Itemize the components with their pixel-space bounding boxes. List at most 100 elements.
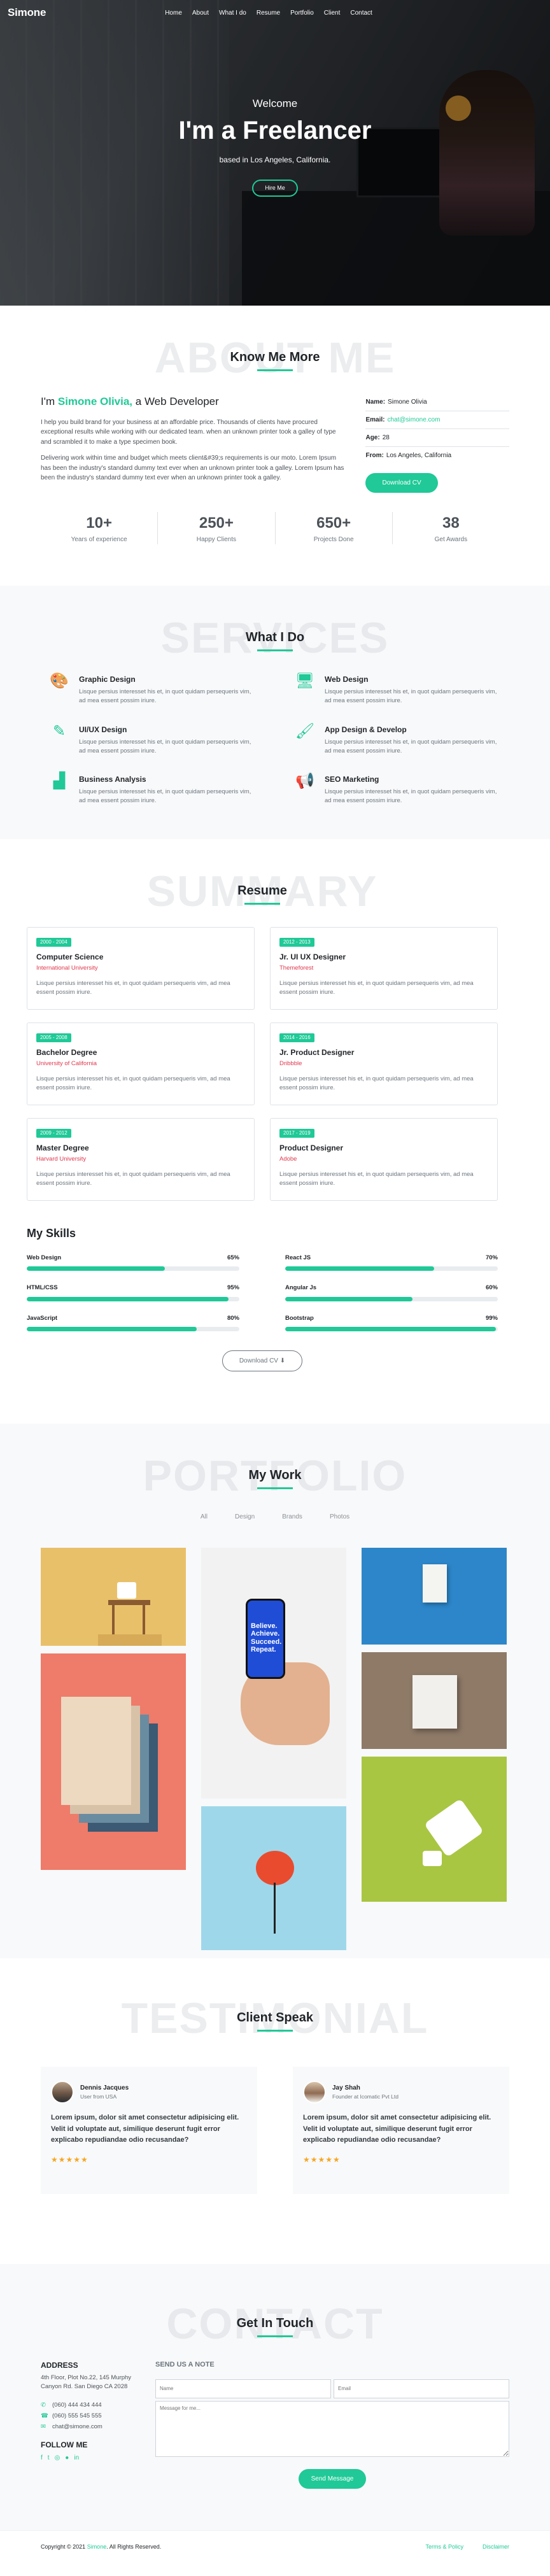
services-section: SERVICES What I Do 🎨 Graphic Design Lisque…: [0, 586, 550, 839]
twitter-icon[interactable]: t: [48, 2453, 50, 2463]
info-from-label: From:: [365, 452, 384, 459]
resume-card: 2012 - 2013 Jr. UI UX Designer Themeforest…: [270, 927, 498, 1010]
stat-projects: 650+ Projects Done: [276, 512, 393, 544]
info-age-label: Age:: [365, 434, 380, 441]
hire-me-button[interactable]: Hire Me: [252, 179, 298, 197]
skill-bar: [285, 1326, 498, 1331]
stat-awards: 38 Get Awards: [393, 512, 509, 544]
nav-portfolio[interactable]: Portfolio: [290, 8, 314, 18]
testimonial-person: Jay Shah Founder at Icomatic Pvt Ltd: [303, 2081, 499, 2104]
resume-grid: 2000 - 2004 Computer Science International…: [27, 927, 498, 1201]
portfolio-item-plant[interactable]: [41, 1547, 186, 1646]
github-icon[interactable]: ●: [65, 2453, 69, 2463]
portfolio-item-books[interactable]: [41, 1653, 186, 1870]
hero-section: Simone Home About What I do Resume Portf…: [0, 0, 550, 306]
about-text: I'm Simone Olivia, a Web Developer I hel…: [41, 393, 346, 493]
resume-desc: Lisque persius interesset his et, in quo…: [279, 1170, 474, 1187]
resume-title-text: Jr. UI UX Designer: [279, 952, 346, 961]
send-message-button[interactable]: Send Message: [298, 2469, 367, 2489]
hero-subtitle: based in Los Angeles, California.: [219, 155, 331, 164]
contact-section: CONTACT Get In Touch ADDRESS 4th Floor, …: [0, 2264, 550, 2530]
hero-content: Welcome I'm a Freelancer based in Los An…: [0, 96, 550, 197]
resume-title-text: Bachelor Degree: [36, 1047, 97, 1057]
avatar: [303, 2081, 326, 2104]
phone-1[interactable]: (060) 444 434 444: [52, 2401, 102, 2410]
filter-design[interactable]: Design: [235, 1513, 255, 1520]
portfolio-item-fish[interactable]: [201, 1806, 346, 1950]
nav-about[interactable]: About: [192, 8, 209, 18]
resume-card: 2000 - 2004 Computer Science International…: [27, 927, 255, 1010]
about-section: ABOUT ME Know Me More I'm Simone Olivia,…: [0, 306, 550, 586]
testimonial-header: TESTIMONIAL Client Speak: [41, 1997, 509, 2041]
resume-download-cv-button[interactable]: Download CV ⬇: [222, 1350, 303, 1371]
resume-desc: Lisque persius interesset his et, in quo…: [36, 1075, 230, 1091]
resume-title: Resume: [27, 881, 498, 905]
dribbble-icon[interactable]: ◎: [55, 2453, 60, 2463]
nav-contact[interactable]: Contact: [350, 8, 372, 18]
portfolio-item-card[interactable]: [362, 1547, 507, 1645]
send-button-wrap: Send Message: [155, 2469, 509, 2489]
skill-item: JavaScript 80%: [27, 1314, 239, 1331]
about-content: I'm Simone Olivia, a Web Developer I hel…: [41, 393, 509, 493]
service-desc: Lisque persius interesset his et, in quo…: [79, 738, 251, 754]
linkedin-icon[interactable]: in: [74, 2453, 79, 2463]
copyright-brand[interactable]: Simone: [87, 2544, 107, 2550]
service-desc: Lisque persius interesset his et, in quo…: [79, 788, 251, 805]
name-input[interactable]: [155, 2379, 331, 2398]
services-header: SERVICES What I Do: [41, 616, 509, 661]
testimonial-person: Dennis Jacques User from USA: [51, 2081, 247, 2104]
filter-photos[interactable]: Photos: [330, 1513, 349, 1520]
desktop-icon: 🖥: [295, 672, 315, 690]
portfolio-title: My Work: [41, 1466, 509, 1489]
download-cv-button[interactable]: Download CV: [365, 473, 438, 493]
service-desc: Lisque persius interesset his et, in quo…: [325, 688, 497, 705]
service-desc: Lisque persius interesset his et, in quo…: [325, 788, 497, 805]
skill-item: Bootstrap 99%: [285, 1314, 498, 1331]
skill-bar: [285, 1296, 498, 1301]
service-title: Graphic Design: [79, 675, 136, 684]
resume-place: Themeforest: [279, 964, 314, 972]
skill-fill: [285, 1266, 434, 1271]
service-item: ✎ UI/UX Design Lisque persius interesset h…: [48, 723, 256, 756]
info-email-value[interactable]: chat@simone.com: [387, 416, 440, 423]
brand-logo[interactable]: Simone: [8, 4, 46, 21]
filter-brands[interactable]: Brands: [282, 1513, 302, 1520]
info-from: From: Los Angeles, California: [365, 447, 509, 464]
resume-section: SUMMARY Resume 2000 - 2004 Computer Scien…: [0, 839, 550, 1424]
skill-name: HTML/CSS: [27, 1284, 58, 1292]
stat-number: 250+: [199, 514, 234, 532]
phone-2[interactable]: (060) 555 545 555: [52, 2412, 102, 2421]
download-icon: ⬇: [279, 1357, 286, 1364]
service-title: SEO Marketing: [325, 775, 379, 784]
address-label: ADDRESS: [41, 2361, 78, 2370]
contact-email[interactable]: chat@simone.com: [52, 2423, 102, 2431]
portfolio-item-phone[interactable]: Believe. Achieve. Succeed. Repeat.: [201, 1547, 346, 1799]
portfolio-item-charger[interactable]: [362, 1756, 507, 1902]
filter-all[interactable]: All: [201, 1513, 208, 1520]
resume-title-text: Product Designer: [279, 1143, 344, 1152]
nav-client[interactable]: Client: [324, 8, 341, 18]
service-title: UI/UX Design: [79, 725, 127, 734]
nav-home[interactable]: Home: [165, 8, 182, 18]
facebook-icon[interactable]: f: [41, 2453, 43, 2463]
nav-what-i-do[interactable]: What I do: [219, 8, 246, 18]
skill-pct: 60%: [485, 1284, 498, 1292]
stats-row: 10+ Years of experience 250+ Happy Clients…: [41, 512, 509, 544]
resume-card: 2014 - 2016 Jr. Product Designer Dribbble L…: [270, 1023, 498, 1105]
star-rating-icon: ★★★★★: [51, 2155, 88, 2164]
about-paragraph-2: Delivering work within time and budget w…: [41, 455, 344, 481]
terms-link[interactable]: Terms & Policy: [425, 2543, 463, 2552]
nav-resume[interactable]: Resume: [257, 8, 280, 18]
info-email: Email: chat@simone.com: [365, 411, 509, 429]
skill-bar: [285, 1266, 498, 1271]
skill-fill: [285, 1326, 496, 1331]
portfolio-item-paper[interactable]: [362, 1652, 507, 1749]
message-textarea[interactable]: [155, 2400, 509, 2457]
copyright-prefix: Copyright © 2021: [41, 2543, 86, 2550]
skill-bar: [27, 1326, 239, 1331]
skill-pct: 65%: [227, 1254, 239, 1261]
disclaimer-link[interactable]: Disclaimer: [483, 2543, 509, 2552]
fax-icon: ☎: [41, 2412, 48, 2419]
email-input[interactable]: [334, 2379, 509, 2398]
info-age: Age: 28: [365, 429, 509, 447]
